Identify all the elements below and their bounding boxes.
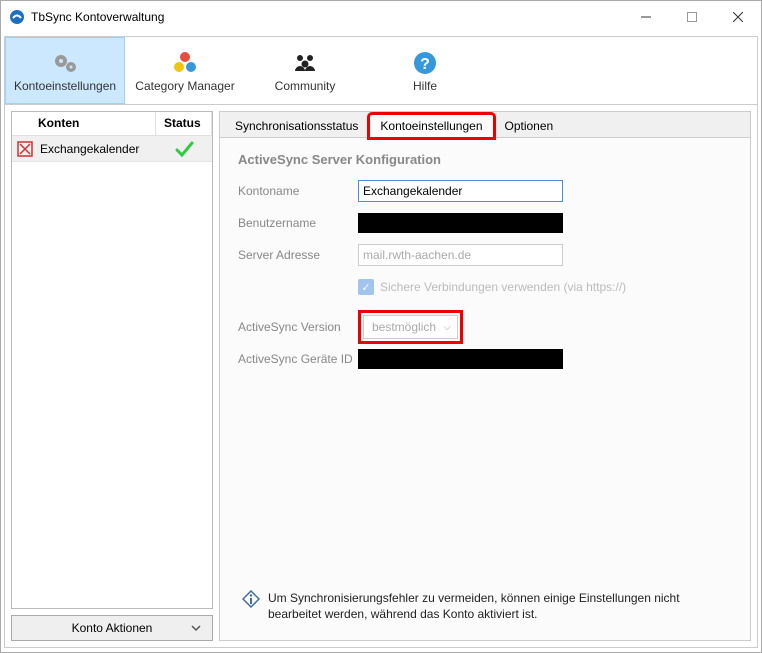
server-input xyxy=(358,244,563,266)
app-icon xyxy=(9,9,25,25)
tab-account-settings[interactable]: Kontoeinstellungen xyxy=(369,114,493,138)
chevron-down-icon: ⌵ xyxy=(443,322,451,333)
footer-note-text: Um Synchronisierungsfehler zu vermeiden,… xyxy=(268,590,728,622)
secure-checkbox-label: Sichere Verbindungen verwenden (via http… xyxy=(380,280,626,294)
toolbar-help[interactable]: ? Hilfe xyxy=(365,37,485,104)
account-name: Exchangekalender xyxy=(38,142,156,156)
toolbar-category-manager[interactable]: Category Manager xyxy=(125,37,245,104)
account-list: Konten Status Exchangekalender xyxy=(11,111,213,609)
tab-sync-status[interactable]: Synchronisationsstatus xyxy=(224,114,369,138)
exchange-icon xyxy=(12,141,38,157)
benutzername-label: Benutzername xyxy=(238,216,358,230)
maximize-button[interactable] xyxy=(669,1,715,33)
category-icon xyxy=(171,49,199,77)
gears-icon xyxy=(51,49,79,77)
section-title: ActiveSync Server Konfiguration xyxy=(238,152,732,167)
toolbar-account-settings[interactable]: Kontoeinstellungen xyxy=(5,37,125,104)
toolbar-label: Kontoeinstellungen xyxy=(14,79,116,93)
account-actions-label: Konto Aktionen xyxy=(72,621,153,635)
account-actions-dropdown[interactable]: Konto Aktionen xyxy=(11,615,213,641)
device-id-redacted xyxy=(358,349,563,369)
info-icon xyxy=(242,590,260,622)
device-id-label: ActiveSync Geräte ID xyxy=(238,352,358,366)
benutzername-redacted xyxy=(358,213,563,233)
server-label: Server Adresse xyxy=(238,248,358,262)
account-row[interactable]: Exchangekalender xyxy=(12,136,212,162)
close-button[interactable] xyxy=(715,1,761,33)
kontoname-label: Kontoname xyxy=(238,184,358,198)
as-version-label: ActiveSync Version xyxy=(238,320,358,334)
tab-options[interactable]: Optionen xyxy=(494,114,565,138)
toolbar-label: Category Manager xyxy=(135,79,234,93)
kontoname-input[interactable] xyxy=(358,180,563,202)
toolbar-community[interactable]: Community xyxy=(245,37,365,104)
account-status-ok xyxy=(156,139,212,159)
toolbar-label: Community xyxy=(275,79,336,93)
community-icon xyxy=(291,49,319,77)
window-title: TbSync Kontoverwaltung xyxy=(31,10,164,24)
svg-text:?: ? xyxy=(420,56,430,73)
settings-tabs: Synchronisationsstatus Kontoeinstellunge… xyxy=(220,112,750,138)
chevron-down-icon xyxy=(190,622,202,634)
main-toolbar: Kontoeinstellungen Category Manager Comm… xyxy=(5,37,757,105)
window-titlebar: TbSync Kontoverwaltung xyxy=(1,1,761,33)
help-icon: ? xyxy=(411,49,439,77)
column-header-konten[interactable]: Konten xyxy=(12,112,156,135)
secure-checkbox: ✓ xyxy=(358,279,374,295)
toolbar-label: Hilfe xyxy=(413,79,437,93)
as-version-select: bestmöglich ⌵ xyxy=(363,315,458,339)
minimize-button[interactable] xyxy=(623,1,669,33)
column-header-status[interactable]: Status xyxy=(156,112,212,135)
